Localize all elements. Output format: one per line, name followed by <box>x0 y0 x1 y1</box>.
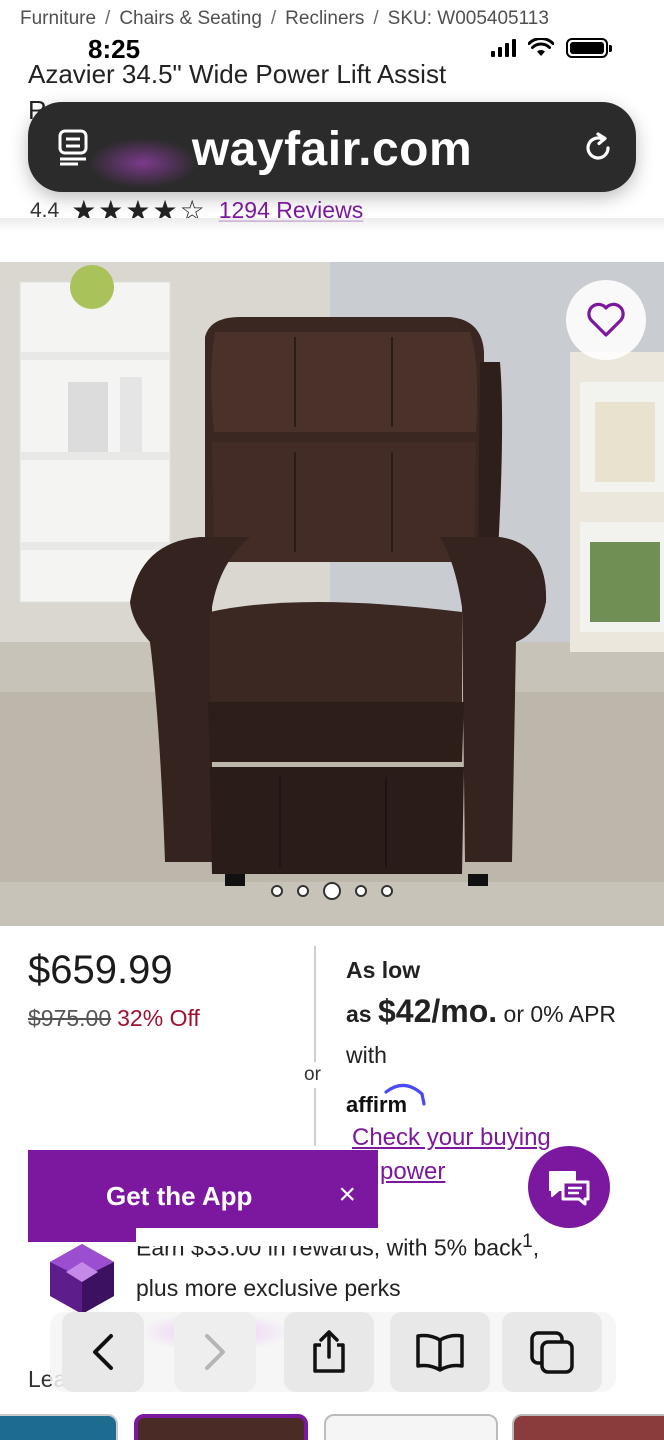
product-image-carousel[interactable] <box>0 262 664 926</box>
breadcrumb: Furniture / Chairs & Seating / Recliners / SKU… <box>20 8 654 30</box>
price-divider <box>314 946 316 1146</box>
chevron-left-icon <box>93 1334 113 1370</box>
close-icon[interactable]: × <box>338 1178 356 1212</box>
heart-icon <box>587 302 625 337</box>
breadcrumb-item-furniture[interactable]: Furniture <box>20 8 96 29</box>
book-icon <box>416 1333 464 1372</box>
get-the-app-label[interactable]: Get the App <box>106 1181 252 1212</box>
wifi-icon <box>528 38 554 56</box>
color-swatches <box>0 1414 664 1440</box>
original-price: $975.00 <box>28 1005 112 1031</box>
carousel-dot[interactable] <box>381 885 393 897</box>
financing-as: as <box>346 1001 372 1027</box>
share-icon <box>313 1330 345 1373</box>
bookmarks-button[interactable] <box>390 1312 490 1392</box>
carousel-dot[interactable] <box>271 885 283 897</box>
discount-badge: 32% Off <box>117 1005 200 1031</box>
browser-url-bar[interactable]: wayfair.com <box>28 102 636 192</box>
breadcrumb-separator: / <box>105 8 111 29</box>
carousel-dots <box>0 882 664 900</box>
rewards-gem-icon <box>50 1244 114 1314</box>
recliner-chair-image <box>0 262 664 926</box>
carousel-dot[interactable] <box>355 885 367 897</box>
chat-icon <box>549 1171 590 1206</box>
affirm-logo: affirm <box>346 1080 426 1119</box>
favorite-button[interactable] <box>566 280 646 360</box>
share-button[interactable] <box>284 1312 374 1392</box>
swatch-blue[interactable] <box>0 1414 118 1440</box>
breadcrumb-item-chairs-seating[interactable]: Chairs & Seating <box>119 8 262 29</box>
banner-overlap-shadow <box>136 1228 380 1246</box>
or-label: or <box>304 1062 321 1088</box>
battery-icon <box>566 38 612 58</box>
chevron-right-icon <box>205 1334 225 1370</box>
svg-text:affirm: affirm <box>346 1092 407 1114</box>
cellular-signal-icon <box>491 39 516 57</box>
sale-price: $659.99 <box>28 948 173 992</box>
reload-icon[interactable] <box>580 130 616 166</box>
financing-amount: $42/mo. <box>377 993 498 1029</box>
breadcrumb-item-recliners[interactable]: Recliners <box>285 8 364 29</box>
url-text[interactable]: wayfair.com <box>28 122 636 177</box>
check-buying-power-link-line2[interactable]: power <box>380 1158 445 1186</box>
back-button[interactable] <box>62 1312 144 1392</box>
carousel-dot[interactable] <box>297 885 309 897</box>
forward-button[interactable] <box>174 1312 256 1392</box>
breadcrumb-separator: / <box>270 8 277 29</box>
swatch-red-brown[interactable] <box>512 1414 664 1440</box>
sku-label: SKU: W005405113 <box>387 8 549 29</box>
browser-toolbar <box>50 1312 616 1392</box>
rewards-footnote[interactable]: 1 <box>522 1231 533 1252</box>
financing-block: As low as $42/mo. or 0% APR with <box>346 950 646 1076</box>
rewards-line2: plus more exclusive perks <box>136 1274 401 1301</box>
swatch-brown-selected[interactable] <box>134 1414 308 1440</box>
financing-as-low: As low <box>346 957 421 983</box>
chat-button[interactable] <box>528 1146 610 1228</box>
breadcrumb-separator: / <box>373 8 379 29</box>
status-icons <box>491 38 612 58</box>
header-shadow <box>0 218 664 232</box>
affirm-logo-mark: affirm <box>346 1083 426 1117</box>
check-buying-power-link[interactable]: Check your buying <box>352 1118 551 1158</box>
carousel-dot[interactable] <box>323 882 341 900</box>
tabs-button[interactable] <box>502 1312 602 1392</box>
price-block: $659.99 $975.00 32% Off <box>28 948 200 1032</box>
swatch-light[interactable] <box>324 1414 498 1440</box>
tabs-icon <box>530 1331 574 1374</box>
